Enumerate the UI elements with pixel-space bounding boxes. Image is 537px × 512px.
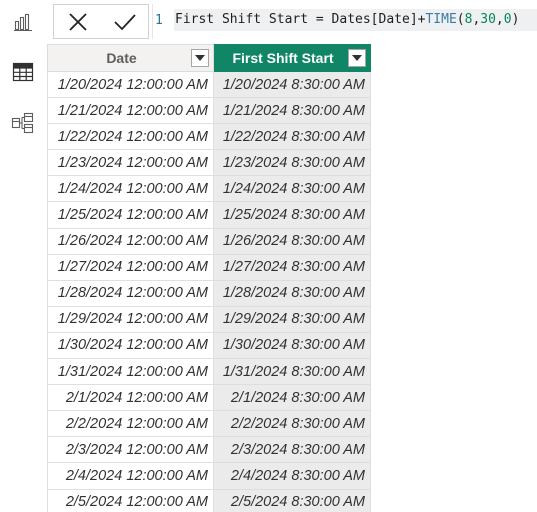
cell-first-shift-start[interactable]: 1/21/2024 8:30:00 AM [213, 97, 371, 125]
table-row[interactable]: 1/30/2024 12:00:00 AM 1/30/2024 8:30:00 A… [47, 331, 371, 360]
cell-date[interactable]: 1/25/2024 12:00:00 AM [47, 201, 214, 229]
cell-first-shift-start[interactable]: 2/5/2024 8:30:00 AM [213, 488, 371, 512]
cell-first-shift-start[interactable]: 1/27/2024 8:30:00 AM [213, 253, 371, 281]
table-row[interactable]: 1/25/2024 12:00:00 AM 1/25/2024 8:30:00 A… [47, 201, 371, 229]
table-row[interactable]: 1/27/2024 12:00:00 AM 1/27/2024 8:30:00 A… [47, 253, 371, 281]
formula-line-number: 1 [155, 13, 163, 28]
formula-editor[interactable]: 1 First Shift Start = Dates[Date]+TIME(8… [152, 4, 537, 39]
data-grid: Date First Shift Start 1/20/2024 12:00:0… [47, 44, 371, 512]
cell-date[interactable]: 2/1/2024 12:00:00 AM [47, 384, 214, 412]
chevron-down-icon [195, 55, 205, 61]
formula-token: ( [456, 12, 465, 27]
cell-date[interactable]: 1/21/2024 12:00:00 AM [47, 97, 214, 125]
table-icon [12, 62, 34, 82]
table-row[interactable]: 1/26/2024 12:00:00 AM 1/26/2024 8:30:00 A… [47, 227, 371, 255]
chevron-down-icon [352, 55, 362, 61]
formula-token: Dates[Date] [331, 12, 418, 27]
table-row[interactable]: 2/2/2024 12:00:00 AM 2/2/2024 8:30:00 AM [47, 410, 371, 438]
cell-first-shift-start[interactable]: 1/26/2024 8:30:00 AM [213, 227, 371, 255]
model-icon [11, 112, 34, 134]
formula-token: , [495, 12, 504, 27]
column-filter-button-date[interactable] [191, 49, 209, 67]
table-row[interactable]: 2/5/2024 12:00:00 AM 2/5/2024 8:30:00 AM [47, 488, 371, 512]
bar-chart-icon [14, 13, 32, 32]
report-view-button[interactable] [5, 5, 41, 39]
table-row[interactable]: 1/22/2024 12:00:00 AM 1/22/2024 8:30:00 A… [47, 123, 371, 151]
formula-token: = [308, 12, 332, 27]
cancel-formula-button[interactable] [54, 5, 101, 38]
cell-date[interactable]: 1/27/2024 12:00:00 AM [47, 253, 214, 281]
cell-first-shift-start[interactable]: 1/23/2024 8:30:00 AM [213, 149, 371, 177]
table-row[interactable]: 2/3/2024 12:00:00 AM 2/3/2024 8:30:00 AM [47, 436, 371, 464]
cell-date[interactable]: 2/5/2024 12:00:00 AM [47, 488, 214, 512]
formula-text[interactable]: First Shift Start = Dates[Date]+TIME(8,3… [174, 9, 537, 31]
table-row[interactable]: 1/28/2024 12:00:00 AM 1/28/2024 8:30:00 A… [47, 279, 371, 307]
formula-action-buttons [53, 4, 149, 39]
header-row: Date First Shift Start [47, 44, 371, 72]
cell-first-shift-start[interactable]: 1/22/2024 8:30:00 AM [213, 123, 371, 151]
cell-date[interactable]: 1/24/2024 12:00:00 AM [47, 175, 214, 203]
formula-token: First Shift Start [175, 12, 309, 27]
cell-first-shift-start[interactable]: 1/28/2024 8:30:00 AM [213, 279, 371, 307]
cell-first-shift-start[interactable]: 1/29/2024 8:30:00 AM [213, 305, 371, 333]
cell-date[interactable]: 2/2/2024 12:00:00 AM [47, 410, 214, 438]
table-row[interactable]: 1/24/2024 12:00:00 AM 1/24/2024 8:30:00 A… [47, 175, 371, 203]
table-row[interactable]: 2/4/2024 12:00:00 AM 2/4/2024 8:30:00 AM [47, 462, 371, 490]
view-rail [0, 0, 46, 512]
cell-first-shift-start[interactable]: 1/25/2024 8:30:00 AM [213, 201, 371, 229]
cell-date[interactable]: 1/31/2024 12:00:00 AM [47, 358, 214, 386]
grid-body: 1/20/2024 12:00:00 AM 1/20/2024 8:30:00 A… [47, 70, 371, 512]
cell-first-shift-start[interactable]: 1/30/2024 8:30:00 AM [213, 331, 371, 360]
column-header-label: Date [106, 50, 137, 66]
cell-first-shift-start[interactable]: 2/1/2024 8:30:00 AM [213, 384, 371, 412]
cell-date[interactable]: 1/30/2024 12:00:00 AM [47, 331, 214, 360]
cell-date[interactable]: 2/4/2024 12:00:00 AM [47, 462, 214, 490]
table-view-button[interactable] [5, 55, 41, 89]
cell-first-shift-start[interactable]: 2/4/2024 8:30:00 AM [213, 462, 371, 490]
close-icon [68, 12, 87, 31]
commit-formula-button[interactable] [101, 5, 148, 38]
cell-first-shift-start[interactable]: 2/3/2024 8:30:00 AM [213, 436, 371, 464]
cell-date[interactable]: 1/29/2024 12:00:00 AM [47, 305, 214, 333]
table-row[interactable]: 1/31/2024 12:00:00 AM 1/31/2024 8:30:00 A… [47, 358, 371, 386]
column-header-date[interactable]: Date [47, 44, 214, 72]
formula-token: 30 [480, 12, 496, 27]
table-view-window: 1 First Shift Start = Dates[Date]+TIME(8… [0, 0, 537, 512]
cell-date[interactable]: 2/3/2024 12:00:00 AM [47, 436, 214, 464]
table-row[interactable]: 1/20/2024 12:00:00 AM 1/20/2024 8:30:00 A… [47, 70, 371, 99]
cell-first-shift-start[interactable]: 1/24/2024 8:30:00 AM [213, 175, 371, 203]
cell-first-shift-start[interactable]: 1/20/2024 8:30:00 AM [213, 70, 371, 99]
column-filter-button-first-shift-start[interactable] [348, 49, 366, 67]
cell-date[interactable]: 1/20/2024 12:00:00 AM [47, 70, 214, 99]
table-row[interactable]: 1/29/2024 12:00:00 AM 1/29/2024 8:30:00 A… [47, 305, 371, 333]
formula-token: ) [511, 12, 520, 27]
column-header-first-shift-start[interactable]: First Shift Start [213, 44, 371, 72]
table-row[interactable]: 2/1/2024 12:00:00 AM 2/1/2024 8:30:00 AM [47, 384, 371, 412]
model-view-button[interactable] [5, 106, 41, 140]
cell-date[interactable]: 1/22/2024 12:00:00 AM [47, 123, 214, 151]
cell-date[interactable]: 1/26/2024 12:00:00 AM [47, 227, 214, 255]
table-row[interactable]: 1/23/2024 12:00:00 AM 1/23/2024 8:30:00 A… [47, 149, 371, 177]
cell-first-shift-start[interactable]: 2/2/2024 8:30:00 AM [213, 410, 371, 438]
cell-date[interactable]: 1/28/2024 12:00:00 AM [47, 279, 214, 307]
cell-first-shift-start[interactable]: 1/31/2024 8:30:00 AM [213, 358, 371, 386]
cell-date[interactable]: 1/23/2024 12:00:00 AM [47, 149, 214, 177]
formula-token: 0 [503, 12, 512, 27]
formula-token: TIME [425, 12, 457, 27]
checkmark-icon [113, 13, 136, 30]
table-row[interactable]: 1/21/2024 12:00:00 AM 1/21/2024 8:30:00 A… [47, 97, 371, 125]
column-header-label: First Shift Start [232, 50, 334, 66]
